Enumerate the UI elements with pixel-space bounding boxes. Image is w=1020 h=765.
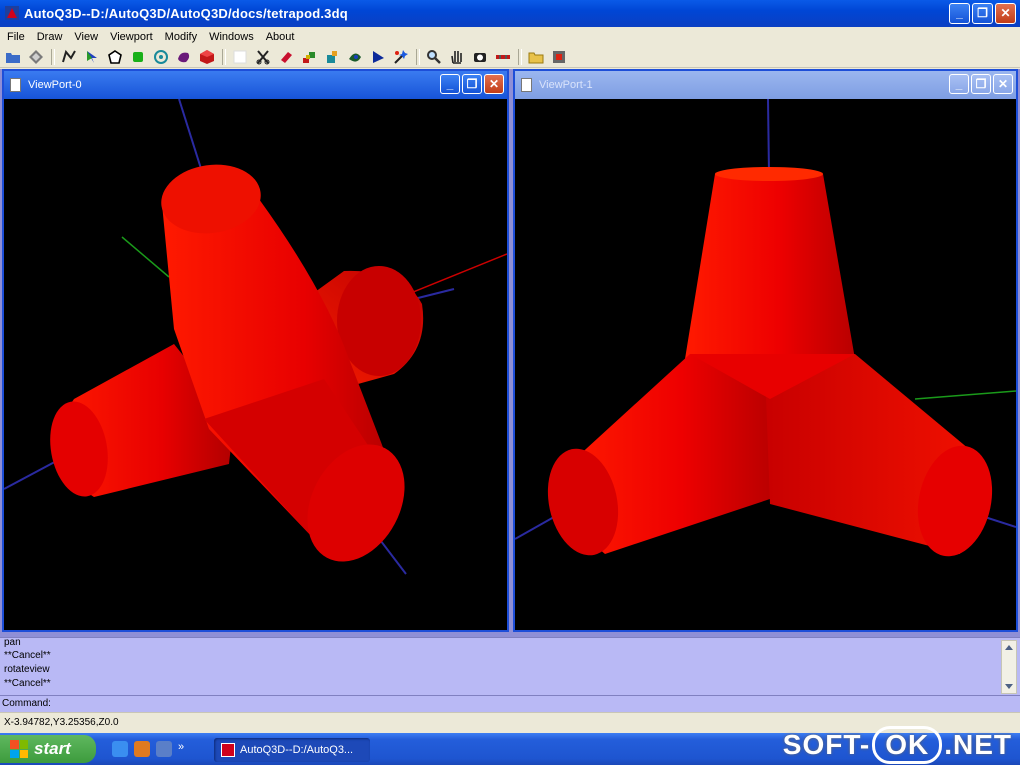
- viewport-1-maximize-button[interactable]: ❐: [971, 74, 991, 94]
- viewport-0-title: ViewPort-0: [28, 79, 82, 91]
- console-scrollbar[interactable]: [1001, 640, 1017, 694]
- console-line: pan: [4, 637, 21, 648]
- viewport-1-title: ViewPort-1: [539, 79, 593, 91]
- eraser-icon[interactable]: [277, 48, 295, 66]
- watermark: SOFT- OK .NET: [783, 726, 1012, 764]
- command-input[interactable]: [51, 697, 1015, 713]
- watermark-right: .NET: [944, 729, 1012, 760]
- menu-modify[interactable]: Modify: [161, 31, 205, 43]
- menu-bar: File Draw View Viewport Modify Windows A…: [0, 27, 1020, 46]
- sphere-icon[interactable]: [175, 48, 193, 66]
- console-line: rotateview: [4, 664, 50, 675]
- app-logo-icon: [5, 6, 19, 20]
- windows-logo-icon: [10, 740, 28, 758]
- autoq3d-icon: [221, 743, 235, 757]
- quicklaunch-more-icon[interactable]: »: [178, 741, 188, 757]
- document-icon: [521, 78, 532, 92]
- firefox-icon[interactable]: [134, 741, 150, 757]
- blank-icon[interactable]: [231, 48, 249, 66]
- tetrapod-render-1: [514, 98, 1017, 557]
- wand-icon[interactable]: [392, 48, 410, 66]
- polyline-icon[interactable]: [60, 48, 78, 66]
- menu-about[interactable]: About: [262, 31, 303, 43]
- viewport-1-titlebar: ViewPort-1 _ ❐ ✕: [515, 71, 1016, 99]
- taskbar-item-autoq3d[interactable]: AutoQ3D--D:/AutoQ3...: [214, 738, 370, 762]
- toolbar: [0, 46, 1020, 68]
- restore-button[interactable]: ❐: [972, 3, 993, 24]
- ie-icon[interactable]: [112, 741, 128, 757]
- watermark-left: SOFT-: [782, 729, 871, 760]
- start-button[interactable]: start: [0, 735, 96, 763]
- toolbar-separator: [518, 48, 522, 65]
- viewport-0-minimize-button[interactable]: _: [440, 74, 460, 94]
- paint-icon[interactable]: [323, 48, 341, 66]
- cursor-coordinates: X-3.94782,Y3.25356,Z0.0: [4, 717, 119, 728]
- hand-icon[interactable]: [448, 48, 466, 66]
- viewport-1-canvas[interactable]: [514, 98, 1017, 630]
- viewport-0-maximize-button[interactable]: ❐: [462, 74, 482, 94]
- viewport-0-canvas[interactable]: [3, 98, 508, 630]
- taskbar-item-label: AutoQ3D--D:/AutoQ3...: [240, 744, 354, 756]
- circle-icon[interactable]: [152, 48, 170, 66]
- viewport-1-close-button[interactable]: ✕: [993, 74, 1013, 94]
- close-button[interactable]: ✕: [995, 3, 1016, 24]
- watermark-mid: OK: [872, 726, 943, 764]
- cube-icon[interactable]: [129, 48, 147, 66]
- zoom-icon[interactable]: [425, 48, 443, 66]
- render-icon[interactable]: [550, 48, 568, 66]
- command-row: Command:: [0, 695, 1020, 713]
- menu-windows[interactable]: Windows: [205, 31, 262, 43]
- console-line: **Cancel**: [4, 650, 51, 661]
- surface-icon[interactable]: [346, 48, 364, 66]
- command-label: Command:: [2, 698, 51, 709]
- pentagon-icon[interactable]: [106, 48, 124, 66]
- desktop-icon[interactable]: [156, 741, 172, 757]
- scissors-icon[interactable]: [254, 48, 272, 66]
- viewport-area: ViewPort-0 _ ❐ ✕ ViewPort-1 _ ❐ ✕: [0, 69, 1020, 637]
- console-line: **Cancel**: [4, 678, 51, 689]
- viewport-1-minimize-button[interactable]: _: [949, 74, 969, 94]
- viewport-0-close-button[interactable]: ✕: [484, 74, 504, 94]
- viewport-0-titlebar: ViewPort-0 _ ❐ ✕: [4, 71, 507, 99]
- viewport-0: ViewPort-0 _ ❐ ✕: [2, 69, 509, 632]
- camera-icon[interactable]: [471, 48, 489, 66]
- toolbar-separator: [222, 48, 226, 65]
- toolbar-separator: [416, 48, 420, 65]
- save-icon[interactable]: [27, 48, 45, 66]
- menu-file[interactable]: File: [3, 31, 33, 43]
- tetrapod-render-0: [3, 98, 508, 575]
- menu-viewport[interactable]: Viewport: [106, 31, 161, 43]
- arrow-icon[interactable]: [83, 48, 101, 66]
- title-bar: AutoQ3D--D:/AutoQ3D/AutoQ3D/docs/tetrapo…: [0, 0, 1020, 27]
- console-output: pan **Cancel** rotateview **Cancel**: [0, 637, 1020, 696]
- viewport-1: ViewPort-1 _ ❐ ✕: [513, 69, 1018, 632]
- menu-view[interactable]: View: [70, 31, 106, 43]
- start-label: start: [34, 739, 71, 758]
- folder-icon[interactable]: [527, 48, 545, 66]
- stack-icon[interactable]: [300, 48, 318, 66]
- quick-launch: »: [112, 741, 188, 757]
- pointer-icon[interactable]: [369, 48, 387, 66]
- minimize-button[interactable]: _: [949, 3, 970, 24]
- measure-icon[interactable]: [494, 48, 512, 66]
- open-folder-icon[interactable]: [4, 48, 22, 66]
- box-icon[interactable]: [198, 48, 216, 66]
- window-title: AutoQ3D--D:/AutoQ3D/AutoQ3D/docs/tetrapo…: [24, 6, 348, 21]
- document-icon: [10, 78, 21, 92]
- toolbar-separator: [51, 48, 55, 65]
- menu-draw[interactable]: Draw: [33, 31, 71, 43]
